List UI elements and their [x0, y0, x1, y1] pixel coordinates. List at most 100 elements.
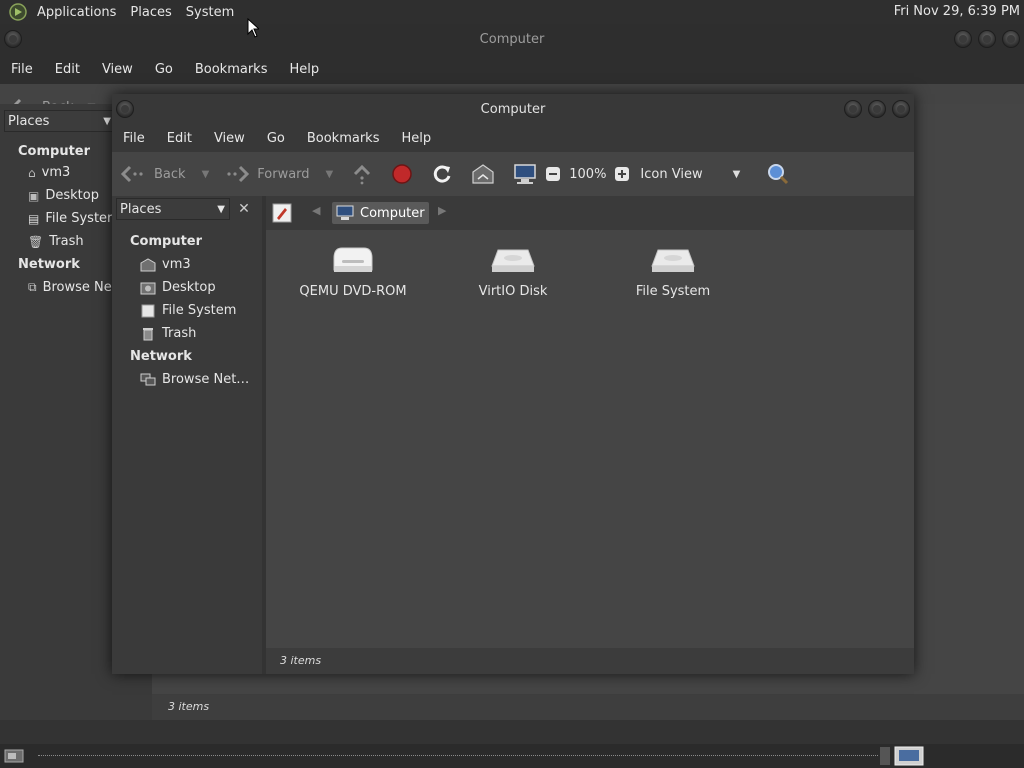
bg-statusbar: 3 items — [152, 694, 1024, 720]
desktop-folder-icon: ▣ — [28, 188, 40, 203]
clock[interactable]: Fri Nov 29, 6:39 PM — [894, 4, 1020, 19]
sidebar-item-trash[interactable]: Trash — [112, 322, 262, 345]
bg-section-computer: Computer — [18, 144, 91, 159]
minimize-icon[interactable] — [844, 100, 862, 118]
menu-view[interactable]: View — [203, 131, 256, 146]
bg-menu-go[interactable]: Go — [144, 62, 184, 77]
bg-titlebar[interactable]: Computer — [0, 24, 1024, 54]
path-scroll-right-icon[interactable]: ▶ — [438, 204, 446, 217]
home-folder-icon: ⌂ — [28, 165, 36, 180]
sidebar-item-vm3[interactable]: vm3 — [112, 253, 262, 276]
main-window: Computer File Edit View Go Bookmarks Hel… — [112, 94, 914, 674]
minimize-icon[interactable] — [954, 30, 972, 48]
bg-menu-edit[interactable]: Edit — [44, 62, 91, 77]
statusbar: 3 items — [266, 648, 914, 674]
bg-menubar: File Edit View Go Bookmarks Help — [0, 54, 1024, 84]
places-dropdown-icon: ▼ — [217, 203, 225, 215]
menu-help[interactable]: Help — [390, 131, 442, 146]
bg-item-trash[interactable]: 🗑 Trash — [28, 234, 84, 249]
workspace-switcher-icon[interactable] — [894, 746, 924, 766]
bg-places-combo[interactable]: Places ▼ — [4, 110, 114, 132]
close-sidebar-icon[interactable]: ✕ — [234, 198, 254, 220]
taskbar-window-list[interactable] — [38, 755, 878, 756]
section-network: Network — [130, 349, 192, 364]
stop-icon[interactable] — [391, 163, 413, 185]
bg-item-filesystem[interactable]: ▤ File Syster — [28, 211, 112, 226]
hard-disk-icon — [651, 249, 695, 272]
bg-item-desktop[interactable]: ▣ Desktop — [28, 188, 99, 203]
back-dropdown-icon[interactable]: ▼ — [202, 169, 210, 180]
view-mode-dropdown-icon: ▼ — [732, 168, 741, 180]
places-combo[interactable]: Places ▼ — [116, 198, 230, 220]
forward-dropdown-icon[interactable]: ▼ — [326, 169, 334, 180]
sidebar-item-browse-network[interactable]: Browse Net… — [112, 368, 262, 391]
menu-edit[interactable]: Edit — [156, 131, 203, 146]
bg-menu-file[interactable]: File — [0, 62, 44, 77]
applications-menu[interactable]: Applications — [30, 5, 123, 20]
home-icon[interactable] — [471, 163, 495, 185]
mouse-cursor-icon — [247, 18, 259, 38]
path-scroll-left-icon[interactable]: ◀ — [312, 204, 320, 217]
system-menu[interactable]: System — [179, 5, 241, 20]
up-arrow-icon[interactable] — [351, 163, 373, 185]
path-bar: ◀ Computer ▶ — [266, 196, 914, 230]
main-toolbar: Back ▼ Forward ▼ 100% Icon View ▼ — [112, 152, 914, 196]
back-button[interactable]: Back ▼ — [120, 164, 209, 184]
location-edit-icon[interactable] — [272, 203, 292, 223]
show-desktop-icon[interactable] — [4, 748, 24, 764]
search-icon[interactable] — [766, 162, 790, 186]
top-panel: Applications Places System Fri Nov 29, 6… — [0, 0, 1024, 24]
bg-window-title: Computer — [479, 31, 545, 47]
drive-icon — [141, 304, 155, 317]
bg-places-dropdown-icon: ▼ — [103, 115, 111, 127]
drive-item-virtio[interactable]: VirtIO Disk — [448, 244, 578, 299]
main-window-title: Computer — [480, 101, 546, 117]
main-menubar: File Edit View Go Bookmarks Help — [112, 124, 914, 152]
bg-item-vm3[interactable]: ⌂ vm3 — [28, 165, 70, 180]
view-mode-select[interactable]: Icon View ▼ — [640, 167, 742, 182]
breadcrumb-computer[interactable]: Computer — [332, 202, 429, 224]
drive-item-dvdrom[interactable]: QEMU DVD-ROM — [288, 244, 418, 299]
sidebar-item-filesystem[interactable]: File System — [112, 299, 262, 322]
places-tree: Computer vm3 Desktop File System Trash N… — [112, 230, 262, 391]
hard-disk-icon — [491, 249, 535, 272]
close-icon[interactable] — [1002, 30, 1020, 48]
close-icon[interactable] — [892, 100, 910, 118]
bg-menu-bookmarks[interactable]: Bookmarks — [184, 62, 279, 77]
computer-icon — [336, 205, 354, 220]
workspace-handle[interactable] — [880, 747, 890, 765]
bg-section-network: Network — [18, 257, 80, 272]
distro-logo-icon[interactable] — [8, 2, 28, 22]
bg-menu-view[interactable]: View — [91, 62, 144, 77]
forward-button[interactable]: Forward ▼ — [225, 164, 333, 184]
menu-bookmarks[interactable]: Bookmarks — [296, 131, 391, 146]
window-menu-icon[interactable] — [116, 100, 134, 118]
zoom-out-icon[interactable] — [545, 166, 561, 182]
bg-menu-help[interactable]: Help — [278, 62, 330, 77]
computer-icon[interactable] — [513, 163, 537, 185]
trash-icon: 🗑 — [28, 234, 44, 249]
places-menu[interactable]: Places — [123, 5, 178, 20]
network-icon: ⧉ — [28, 280, 37, 294]
drive-item-filesystem[interactable]: File System — [608, 244, 738, 299]
window-menu-icon[interactable] — [4, 30, 22, 48]
menu-go[interactable]: Go — [256, 131, 296, 146]
home-folder-icon — [140, 257, 156, 271]
menu-file[interactable]: File — [112, 131, 156, 146]
reload-icon[interactable] — [431, 163, 453, 185]
trash-icon — [143, 327, 153, 340]
forward-arrow-icon — [227, 165, 250, 183]
back-arrow-icon — [120, 165, 143, 183]
file-view[interactable]: QEMU DVD-ROM VirtIO Disk File System — [266, 230, 914, 648]
desktop-folder-icon — [140, 282, 156, 294]
zoom-level: 100% — [569, 166, 607, 182]
maximize-icon[interactable] — [868, 100, 886, 118]
optical-drive-icon — [333, 247, 373, 272]
drive-icon: ▤ — [28, 211, 40, 226]
maximize-icon[interactable] — [978, 30, 996, 48]
bottom-panel — [0, 744, 1024, 768]
zoom-in-icon[interactable] — [614, 166, 630, 182]
main-titlebar[interactable]: Computer — [112, 94, 914, 124]
sidebar-item-desktop[interactable]: Desktop — [112, 276, 262, 299]
section-computer: Computer — [130, 234, 203, 249]
